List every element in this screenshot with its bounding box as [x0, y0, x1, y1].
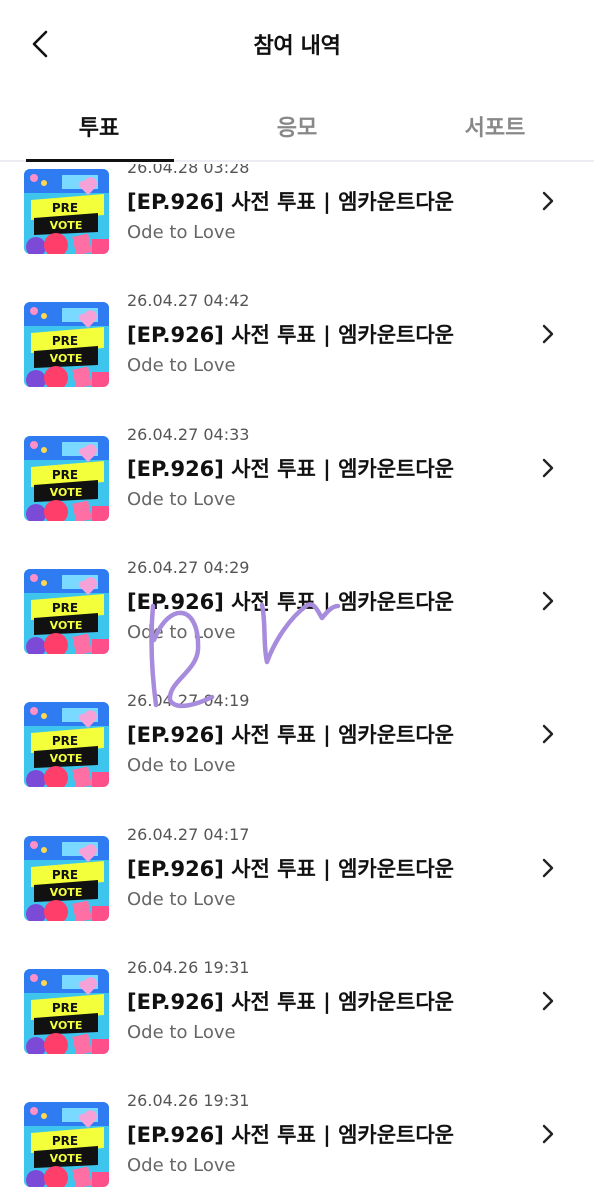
- pre-vote-thumbnail: PRE VOTE: [24, 968, 109, 1054]
- pre-vote-thumbnail: PRE VOTE: [24, 1102, 109, 1188]
- item-subtitle: Ode to Love: [127, 1155, 236, 1177]
- thumbnail-text-pre: PRE: [52, 1001, 78, 1015]
- item-date: 26.04.27 04:33: [127, 424, 250, 444]
- thumbnail-text-vote: VOTE: [50, 486, 83, 499]
- thumbnail-text-pre: PRE: [52, 734, 78, 748]
- thumbnail-text-pre: PRE: [52, 868, 78, 882]
- item-subtitle: Ode to Love: [127, 755, 236, 777]
- thumbnail-text-pre: PRE: [52, 1134, 78, 1148]
- item-title: [EP.926] 사전 투표 | 엠카운트다운: [127, 1123, 455, 1148]
- app-screen: 참여 내역 투표 응모 서포트 PRE VOTE 26.04.28 03:28 […: [0, 0, 594, 1200]
- list-item[interactable]: PRE VOTE 26.04.26 19:31 [EP.926] 사전 투표 | …: [0, 1088, 594, 1200]
- list-item[interactable]: PRE VOTE 26.04.27 04:42 [EP.926] 사전 투표 | …: [0, 288, 594, 421]
- tab-vote-label: 투표: [78, 116, 120, 141]
- chevron-right-icon: [538, 589, 558, 613]
- item-title: [EP.926] 사전 투표 | 엠카운트다운: [127, 190, 455, 214]
- thumbnail-text-pre: PRE: [52, 601, 78, 615]
- chevron-right-icon: [538, 722, 558, 746]
- thumbnail-text-vote: VOTE: [50, 619, 83, 632]
- thumbnail-text-pre: PRE: [52, 334, 78, 348]
- chevron-right-icon: [538, 856, 558, 880]
- list-item[interactable]: PRE VOTE 26.04.26 19:31 [EP.926] 사전 투표 | …: [0, 955, 594, 1088]
- item-title: [EP.926] 사전 투표 | 엠카운트다운: [127, 589, 455, 614]
- thumbnail-text-pre: PRE: [52, 201, 78, 215]
- tab-support[interactable]: 서포트: [396, 88, 594, 160]
- tab-support-label: 서포트: [464, 116, 526, 141]
- pre-vote-thumbnail: PRE VOTE: [24, 835, 109, 921]
- item-subtitle: Ode to Love: [127, 355, 236, 377]
- pre-vote-thumbnail: PRE VOTE: [24, 435, 109, 521]
- thumbnail-text-vote: VOTE: [50, 1152, 83, 1165]
- pre-vote-thumbnail: PRE VOTE: [24, 302, 109, 388]
- item-subtitle: Ode to Love: [127, 888, 236, 910]
- pre-vote-thumbnail: PRE VOTE: [24, 169, 109, 254]
- item-date: 26.04.27 04:19: [127, 691, 250, 711]
- item-title: [EP.926] 사전 투표 | 엠카운트다운: [127, 723, 455, 748]
- active-tab-indicator: [26, 159, 174, 162]
- item-title: [EP.926] 사전 투표 | 엠카운트다운: [127, 323, 455, 348]
- item-title: [EP.926] 사전 투표 | 엠카운트다운: [127, 856, 455, 881]
- item-subtitle: Ode to Love: [127, 1021, 236, 1043]
- thumbnail-text-vote: VOTE: [50, 352, 83, 365]
- item-date: 26.04.27 04:17: [127, 824, 250, 844]
- item-date: 26.04.26 19:31: [127, 1091, 250, 1111]
- chevron-right-icon: [538, 322, 558, 346]
- item-date: 26.04.27 04:29: [127, 557, 250, 577]
- pre-vote-thumbnail: PRE VOTE: [24, 568, 109, 654]
- tab-entry-label: 응모: [276, 116, 318, 141]
- item-subtitle: Ode to Love: [127, 621, 236, 643]
- thumbnail-text-vote: VOTE: [50, 752, 83, 765]
- tab-bar: 투표 응모 서포트: [0, 88, 594, 162]
- tab-vote[interactable]: 투표: [0, 88, 198, 162]
- participation-list: PRE VOTE 26.04.28 03:28 [EP.926] 사전 투표 | …: [0, 164, 594, 1200]
- item-title: [EP.926] 사전 투표 | 엠카운트다운: [127, 456, 455, 481]
- page-title: 참여 내역: [253, 34, 341, 59]
- thumbnail-text-vote: VOTE: [50, 886, 83, 899]
- pre-vote-thumbnail: PRE VOTE: [24, 702, 109, 788]
- list-item[interactable]: PRE VOTE 26.04.28 03:28 [EP.926] 사전 투표 | …: [0, 164, 594, 288]
- chevron-right-icon: [538, 1122, 558, 1146]
- item-date: 26.04.26 19:31: [127, 957, 250, 977]
- item-subtitle: Ode to Love: [127, 222, 236, 243]
- thumbnail-text-vote: VOTE: [50, 219, 83, 232]
- list-item[interactable]: PRE VOTE 26.04.27 04:33 [EP.926] 사전 투표 | …: [0, 422, 594, 555]
- item-date: 26.04.28 03:28: [127, 164, 250, 177]
- item-date: 26.04.27 04:42: [127, 291, 250, 311]
- chevron-right-icon: [538, 456, 558, 480]
- item-title: [EP.926] 사전 투표 | 엠카운트다운: [127, 989, 455, 1014]
- thumbnail-text-pre: PRE: [52, 468, 78, 482]
- header: 참여 내역: [0, 0, 594, 88]
- thumbnail-text-vote: VOTE: [50, 1019, 83, 1032]
- list-item[interactable]: PRE VOTE 26.04.27 04:29 [EP.926] 사전 투표 | …: [0, 555, 594, 688]
- list-item[interactable]: PRE VOTE 26.04.27 04:17 [EP.926] 사전 투표 | …: [0, 822, 594, 955]
- chevron-right-icon: [538, 989, 558, 1013]
- chevron-right-icon: [538, 189, 558, 213]
- tab-entry[interactable]: 응모: [198, 88, 396, 160]
- item-subtitle: Ode to Love: [127, 488, 236, 510]
- list-item[interactable]: PRE VOTE 26.04.27 04:19 [EP.926] 사전 투표 | …: [0, 688, 594, 821]
